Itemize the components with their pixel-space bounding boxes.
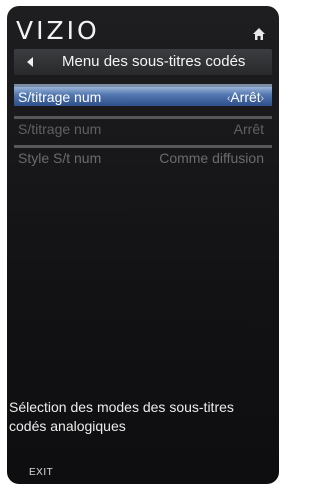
vizio-logo: VIZIO [16,16,100,45]
menu-item-value: Comme diffusion [159,150,264,166]
home-icon[interactable] [252,27,266,41]
menu-item-digital-cc-style[interactable]: Style S/t num Comme diffusion [14,145,272,167]
menu-item-value: Arrêt [233,121,264,137]
value-text: Arrêt [230,89,261,105]
menu-item-label: Style S/t num [18,150,102,166]
menu-item-digital-cc-2[interactable]: S/titrage num Arrêt [14,116,272,138]
back-arrow-icon[interactable] [27,57,33,67]
screen-frame: VIZIO Menu des sous-titres codés S/titra… [0,0,284,490]
settings-panel: VIZIO Menu des sous-titres codés S/titra… [7,6,279,484]
menu-title: Menu des sous-titres codés [62,53,246,70]
menu-item-label: S/titrage num [18,89,102,105]
menu-item-value[interactable]: ‹Arrêt› [227,89,264,105]
menu-item-digital-cc[interactable]: S/titrage num ‹Arrêt› [14,84,272,106]
help-description: Sélection des modes des sous-titres codé… [9,399,234,434]
menu-title-bar: Menu des sous-titres codés [14,49,272,75]
exit-button[interactable]: EXIT [29,467,53,478]
chevron-right-icon[interactable]: › [261,93,264,104]
menu-item-label: S/titrage num [18,121,102,137]
